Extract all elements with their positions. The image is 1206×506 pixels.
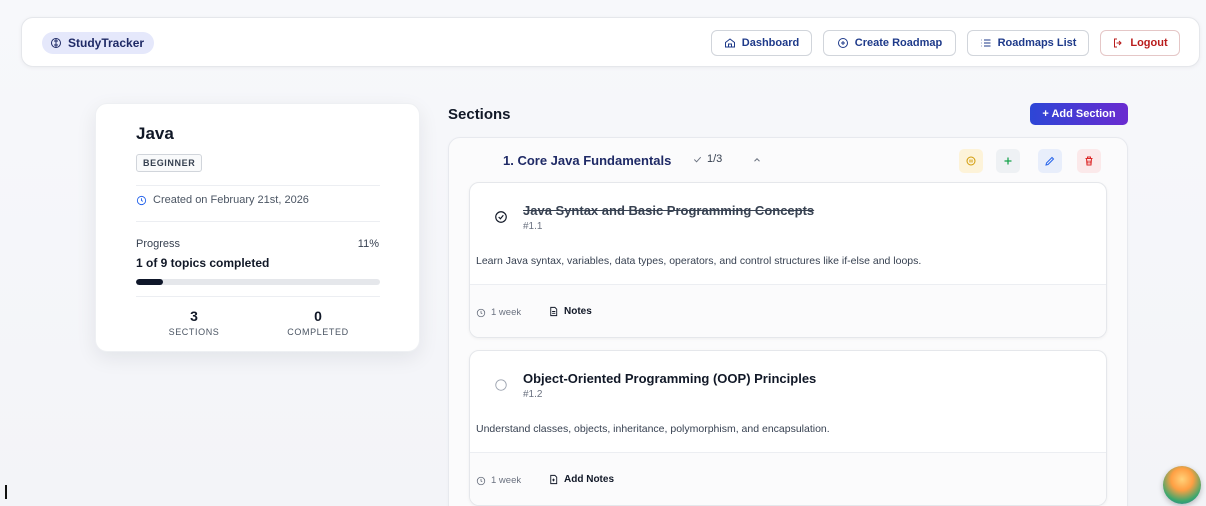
- section-card: 1. Core Java Fundamentals 1/3 Java Synta…: [448, 137, 1128, 506]
- stat-sections-label: SECTIONS: [168, 327, 220, 337]
- stat-completed-label: COMPLETED: [287, 327, 349, 337]
- roadmaps-list-button[interactable]: Roadmaps List: [967, 30, 1089, 56]
- sections-heading: Sections: [448, 106, 511, 123]
- topic-duration: 1 week: [476, 475, 521, 486]
- topic-id: #1.1: [523, 221, 543, 232]
- list-icon: [981, 39, 991, 47]
- section-title[interactable]: 1. Core Java Fundamentals: [503, 153, 671, 168]
- roadmap-title: Java: [136, 124, 174, 143]
- divider: [136, 296, 380, 297]
- check-circle-icon[interactable]: [494, 210, 508, 224]
- logout-label: Logout: [1130, 37, 1168, 49]
- brand-name: StudyTracker: [68, 36, 145, 50]
- pause-circle-icon: [966, 156, 976, 166]
- section-count-text: 1/3: [707, 153, 723, 165]
- brand-logo[interactable]: StudyTracker: [42, 32, 155, 54]
- topic-title[interactable]: Object-Oriented Programming (OOP) Princi…: [523, 371, 816, 386]
- created-date: Created on February 21st, 2026: [136, 194, 309, 206]
- stat-completed-value: 0: [314, 308, 322, 324]
- delete-section-button[interactable]: [1077, 149, 1101, 173]
- logout-icon: [1114, 38, 1123, 48]
- roadmaps-list-label: Roadmaps List: [997, 37, 1077, 49]
- progress-label: Progress: [136, 238, 181, 250]
- created-text: Created on February 21st, 2026: [153, 194, 309, 206]
- add-section-button[interactable]: + Add Section: [1030, 103, 1128, 125]
- document-icon: [550, 306, 558, 317]
- chevron-up-icon[interactable]: [752, 155, 762, 165]
- topic-description: Understand classes, objects, inheritance…: [476, 423, 830, 435]
- floating-assistant-avatar[interactable]: [1163, 466, 1201, 504]
- duration-text: 1 week: [491, 307, 522, 318]
- add-topic-button[interactable]: [996, 149, 1020, 173]
- create-roadmap-label: Create Roadmap: [854, 37, 943, 49]
- text-cursor: [5, 485, 7, 499]
- clock-icon: [136, 195, 147, 205]
- brain-icon: [51, 38, 61, 48]
- topic-description: Learn Java syntax, variables, data types…: [476, 255, 922, 267]
- progress-summary: 1 of 9 topics completed: [136, 256, 270, 270]
- topic-title[interactable]: Java Syntax and Basic Programming Concep…: [523, 203, 814, 218]
- progress-bar: [136, 279, 380, 285]
- stat-completed: 0 COMPLETED: [268, 308, 368, 337]
- progress-percent: 11%: [357, 238, 379, 250]
- topic-card: Object-Oriented Programming (OOP) Princi…: [469, 350, 1107, 506]
- topic-card: Java Syntax and Basic Programming Concep…: [469, 182, 1107, 338]
- add-notes-button[interactable]: Add Notes: [548, 474, 614, 485]
- divider: [136, 221, 380, 222]
- pause-button[interactable]: [959, 149, 983, 173]
- level-badge: BEGINNER: [136, 154, 203, 172]
- stat-sections-value: 3: [190, 308, 198, 324]
- logout-button[interactable]: Logout: [1100, 30, 1180, 56]
- section-progress: 1/3: [692, 153, 722, 165]
- edit-section-button[interactable]: [1038, 149, 1062, 173]
- duration-text: 1 week: [491, 475, 522, 486]
- check-icon: [693, 156, 702, 162]
- stat-sections: 3 SECTIONS: [144, 308, 244, 337]
- progress-bar-fill: [136, 279, 163, 285]
- divider: [136, 185, 380, 186]
- roadmap-info-card: Java BEGINNER Created on February 21st, …: [95, 103, 420, 352]
- create-roadmap-button[interactable]: Create Roadmap: [823, 30, 956, 56]
- plus-icon: [1004, 157, 1012, 165]
- topic-footer: 1 week Add Notes: [470, 452, 1106, 505]
- plus-circle-icon: [837, 38, 848, 48]
- topic-id: #1.2: [523, 389, 543, 400]
- document-plus-icon: [550, 474, 558, 485]
- notes-label: Notes: [564, 306, 592, 317]
- pencil-icon: [1045, 156, 1055, 166]
- empty-circle-icon[interactable]: [494, 378, 508, 392]
- topic-duration: 1 week: [476, 307, 521, 318]
- dashboard-button[interactable]: Dashboard: [711, 30, 812, 56]
- notes-button[interactable]: Notes: [548, 306, 592, 317]
- dashboard-label: Dashboard: [741, 37, 800, 49]
- top-navbar: StudyTracker Dashboard Create Roadmap Ro…: [21, 17, 1200, 67]
- clock-icon: [476, 476, 486, 485]
- home-icon: [724, 38, 735, 48]
- notes-label: Add Notes: [564, 474, 614, 485]
- clock-icon: [476, 308, 486, 317]
- topic-footer: 1 week Notes: [470, 284, 1106, 337]
- trash-icon: [1085, 156, 1093, 166]
